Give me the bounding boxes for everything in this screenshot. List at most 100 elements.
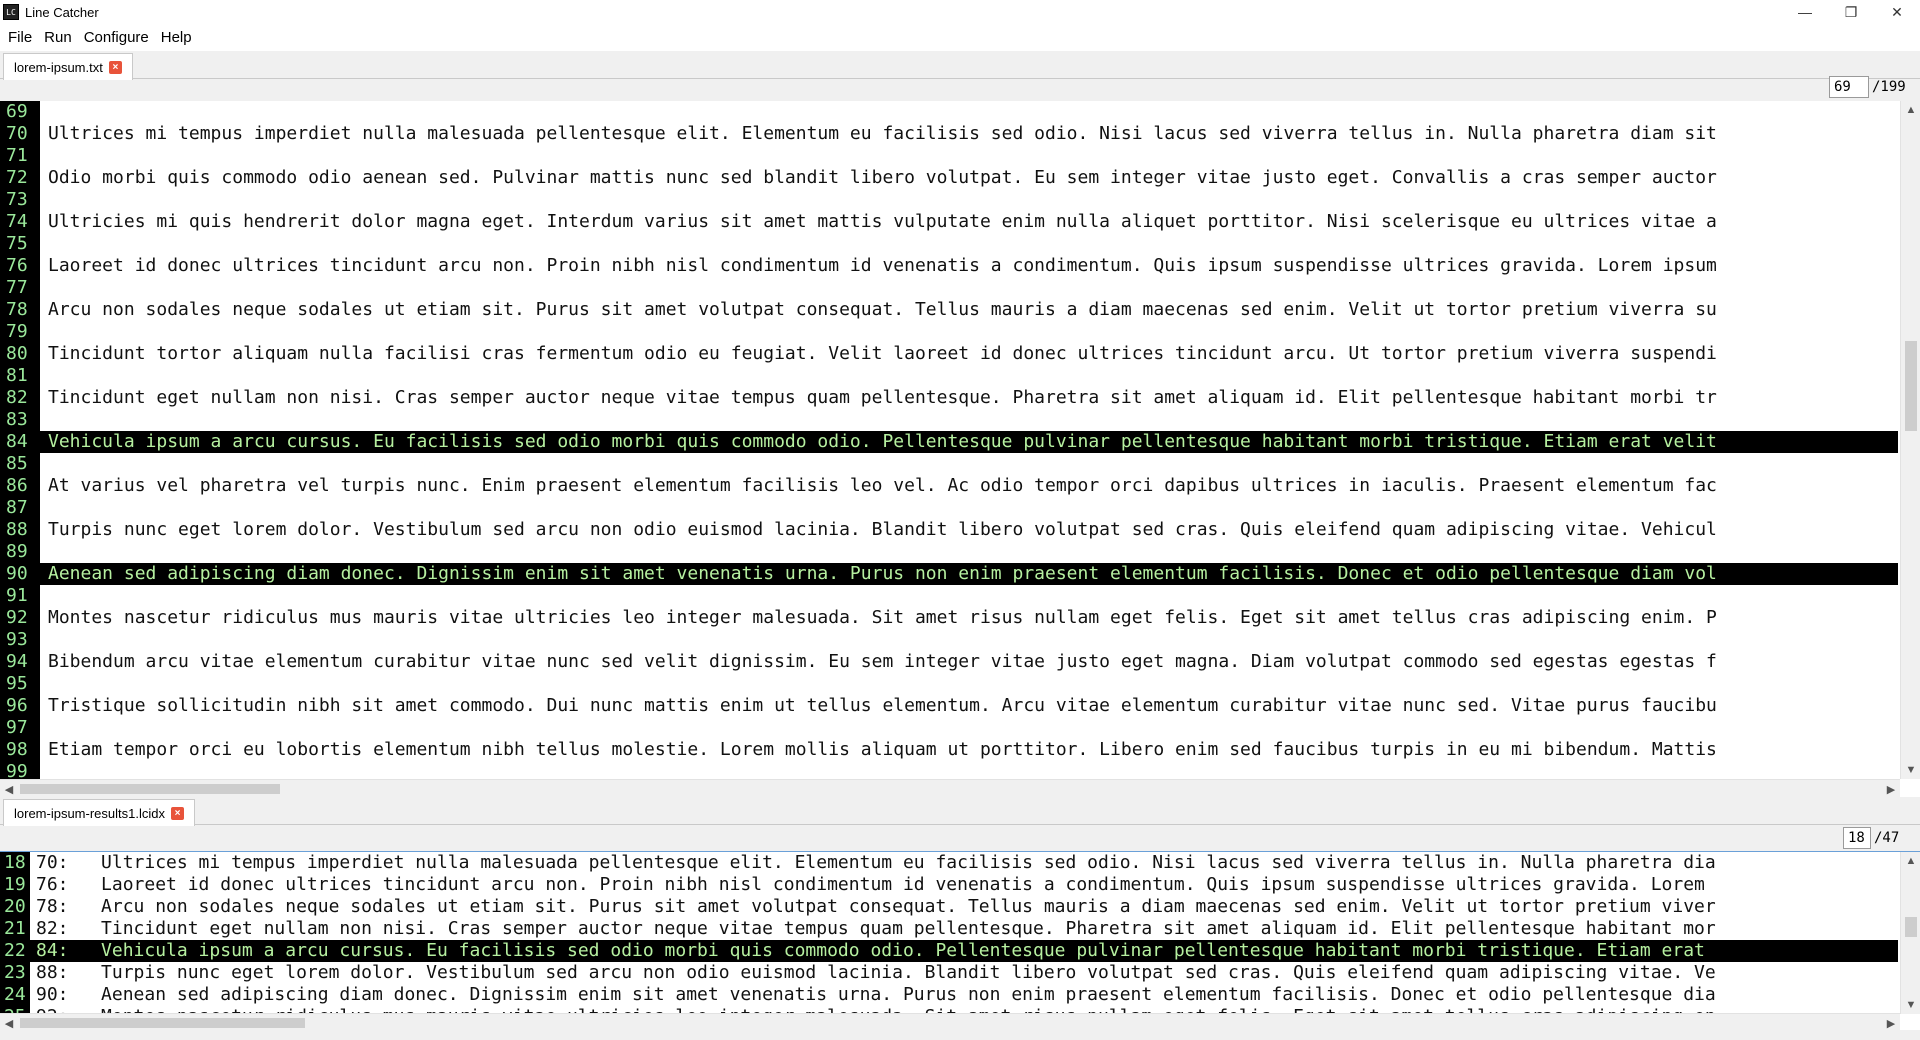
close-tab-icon[interactable]: × <box>170 806 184 820</box>
hscrollbar-thumb[interactable] <box>20 784 280 794</box>
tab-label: lorem-ipsum-results1.lcidx <box>14 805 165 821</box>
file-line[interactable]: 86 At varius vel pharetra vel turpis nunc… <box>0 475 1898 497</box>
menu-file[interactable]: File <box>2 24 38 51</box>
file-line[interactable]: 92 Montes nascetur ridiculus mus mauris v… <box>0 607 1898 629</box>
menu-bar: File Run Configure Help <box>0 24 1920 51</box>
result-line[interactable]: 24 90: Aenean sed adipiscing diam donec. … <box>0 984 1898 1006</box>
close-window-button[interactable]: ✕ <box>1874 0 1920 24</box>
file-line[interactable]: 71 <box>0 145 1898 167</box>
line-number-input[interactable]: 69 <box>1829 76 1869 98</box>
vertical-scrollbar[interactable]: ▲ ▼ <box>1900 101 1920 779</box>
file-line-highlighted[interactable]: 90 Aenean sed adipiscing diam donec. Dign… <box>0 563 1898 585</box>
line-number: 70 <box>0 123 40 145</box>
file-line[interactable]: 78 Arcu non sodales neque sodales ut etia… <box>0 299 1898 321</box>
tab-lorem-ipsum[interactable]: lorem-ipsum.txt × <box>3 53 133 80</box>
scroll-up-icon[interactable]: ▲ <box>1902 101 1920 119</box>
line-number: 79 <box>0 321 40 343</box>
menu-run[interactable]: Run <box>38 24 78 51</box>
scroll-down-icon[interactable]: ▼ <box>1902 761 1920 779</box>
file-viewer[interactable]: 69 70 Ultrices mi tempus imperdiet nulla m… <box>0 101 1920 797</box>
file-line[interactable]: 83 <box>0 409 1898 431</box>
line-text <box>40 189 1898 211</box>
file-line[interactable]: 77 <box>0 277 1898 299</box>
result-line[interactable]: 18 70: Ultrices mi tempus imperdiet nulla… <box>0 852 1898 874</box>
file-tab-bar: lorem-ipsum.txt × <box>0 51 1920 80</box>
file-line[interactable]: 82 Tincidunt eget nullam non nisi. Cras s… <box>0 387 1898 409</box>
line-text <box>40 409 1898 431</box>
result-number-input[interactable]: 18 <box>1843 827 1871 849</box>
window-controls: — ❐ ✕ <box>1782 0 1920 24</box>
tab-results[interactable]: lorem-ipsum-results1.lcidx × <box>3 799 195 826</box>
line-number: 90 <box>0 563 40 585</box>
result-line[interactable]: 21 82: Tincidunt eget nullam non nisi. Cr… <box>0 918 1898 940</box>
result-line-highlighted[interactable]: 22 84: Vehicula ipsum a arcu cursus. Eu f… <box>0 940 1898 962</box>
file-line[interactable]: 74 Ultricies mi quis hendrerit dolor magn… <box>0 211 1898 233</box>
line-text: Ultricies mi quis hendrerit dolor magna … <box>48 211 1717 232</box>
results-horizontal-scrollbar[interactable]: ◀ ▶ <box>0 1013 1900 1030</box>
line-text <box>40 629 1898 651</box>
file-line[interactable]: 98 Etiam tempor orci eu lobortis elementu… <box>0 739 1898 761</box>
result-lines: 18 70: Ultrices mi tempus imperdiet nulla… <box>0 852 1898 1028</box>
result-line[interactable]: 19 76: Laoreet id donec ultrices tincidun… <box>0 874 1898 896</box>
file-line[interactable]: 72 Odio morbi quis commodo odio aenean se… <box>0 167 1898 189</box>
menu-help[interactable]: Help <box>155 24 198 51</box>
line-text: 82: Tincidunt eget nullam non nisi. Cras… <box>36 918 1716 939</box>
line-text: 84: Vehicula ipsum a arcu cursus. Eu fac… <box>30 940 1898 962</box>
file-line[interactable]: 80 Tincidunt tortor aliquam nulla facilis… <box>0 343 1898 365</box>
line-number: 80 <box>0 343 40 365</box>
line-number: 89 <box>0 541 40 563</box>
file-line[interactable]: 89 <box>0 541 1898 563</box>
file-line[interactable]: 85 <box>0 453 1898 475</box>
scroll-right-icon[interactable]: ▶ <box>1882 1014 1900 1030</box>
restore-button[interactable]: ❐ <box>1828 0 1874 24</box>
file-line[interactable]: 75 <box>0 233 1898 255</box>
line-number: 72 <box>0 167 40 189</box>
line-text <box>40 321 1898 343</box>
line-text: Bibendum arcu vitae elementum curabitur … <box>48 651 1717 672</box>
window-title: Line Catcher <box>25 4 99 20</box>
app-icon: LC <box>3 4 19 20</box>
line-number: 76 <box>0 255 40 277</box>
file-line[interactable]: 91 <box>0 585 1898 607</box>
file-line[interactable]: 81 <box>0 365 1898 387</box>
scroll-up-icon[interactable]: ▲ <box>1902 852 1920 870</box>
line-number: 77 <box>0 277 40 299</box>
line-text: 88: Turpis nunc eget lorem dolor. Vestib… <box>36 962 1716 983</box>
hscrollbar-thumb[interactable] <box>20 1018 305 1028</box>
file-line[interactable]: 94 Bibendum arcu vitae elementum curabitu… <box>0 651 1898 673</box>
file-line[interactable]: 88 Turpis nunc eget lorem dolor. Vestibul… <box>0 519 1898 541</box>
result-line[interactable]: 23 88: Turpis nunc eget lorem dolor. Vest… <box>0 962 1898 984</box>
scroll-down-icon[interactable]: ▼ <box>1902 996 1920 1014</box>
line-text: Tristique sollicitudin nibh sit amet com… <box>48 695 1717 716</box>
line-number: 75 <box>0 233 40 255</box>
results-viewer[interactable]: 18 70: Ultrices mi tempus imperdiet nulla… <box>0 851 1920 1030</box>
file-line[interactable]: 96 Tristique sollicitudin nibh sit amet c… <box>0 695 1898 717</box>
file-line[interactable]: 73 <box>0 189 1898 211</box>
file-line[interactable]: 87 <box>0 497 1898 519</box>
minimize-button[interactable]: — <box>1782 0 1828 24</box>
result-line[interactable]: 20 78: Arcu non sodales neque sodales ut … <box>0 896 1898 918</box>
line-text: Turpis nunc eget lorem dolor. Vestibulum… <box>48 519 1717 540</box>
scroll-left-icon[interactable]: ◀ <box>0 780 18 797</box>
line-text: Montes nascetur ridiculus mus mauris vit… <box>48 607 1717 628</box>
close-tab-icon[interactable]: × <box>108 60 122 74</box>
results-vertical-scrollbar[interactable]: ▲ ▼ <box>1900 852 1920 1014</box>
file-line[interactable]: 95 <box>0 673 1898 695</box>
scrollbar-thumb[interactable] <box>1905 917 1917 937</box>
menu-configure[interactable]: Configure <box>78 24 155 51</box>
file-line[interactable]: 69 <box>0 101 1898 123</box>
horizontal-scrollbar[interactable]: ◀ ▶ <box>0 779 1900 797</box>
file-line[interactable]: 79 <box>0 321 1898 343</box>
file-line[interactable]: 70 Ultrices mi tempus imperdiet nulla mal… <box>0 123 1898 145</box>
line-number: 24 <box>0 984 30 1006</box>
file-line[interactable]: 76 Laoreet id donec ultrices tincidunt ar… <box>0 255 1898 277</box>
file-line[interactable]: 93 <box>0 629 1898 651</box>
line-number: 69 <box>0 101 40 123</box>
scrollbar-thumb[interactable] <box>1905 341 1917 431</box>
scroll-right-icon[interactable]: ▶ <box>1882 780 1900 797</box>
line-number: 91 <box>0 585 40 607</box>
file-line[interactable]: 97 <box>0 717 1898 739</box>
line-number: 81 <box>0 365 40 387</box>
file-line-highlighted[interactable]: 84 Vehicula ipsum a arcu cursus. Eu facil… <box>0 431 1898 453</box>
scroll-left-icon[interactable]: ◀ <box>0 1014 18 1030</box>
